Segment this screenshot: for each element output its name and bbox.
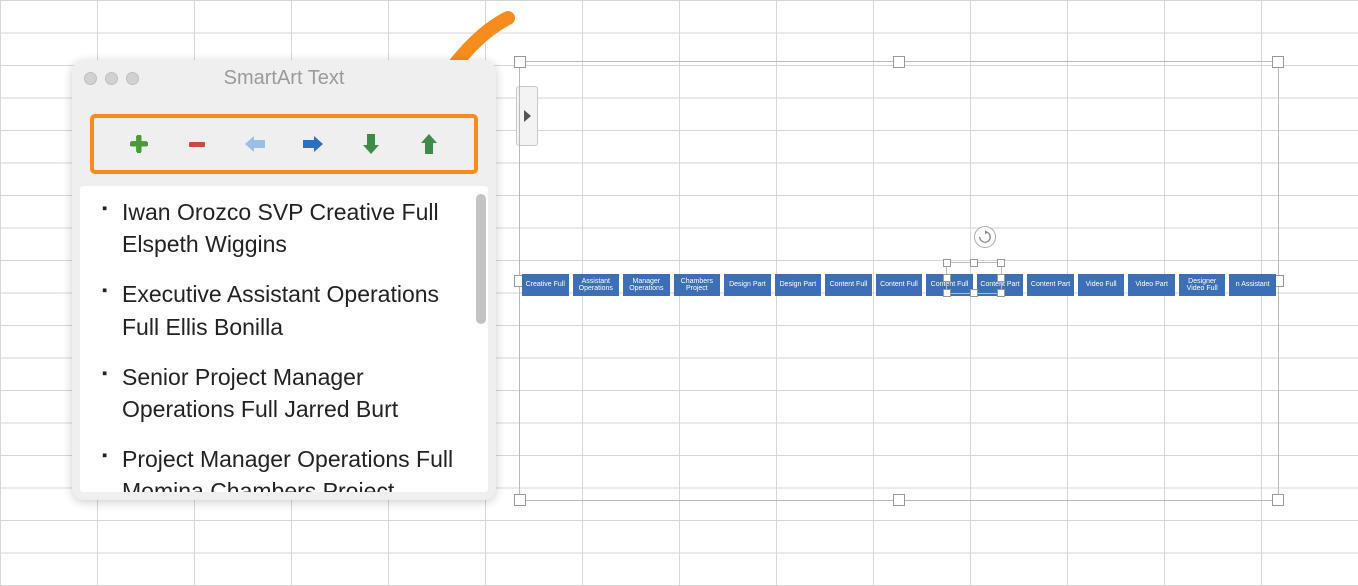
node-handle[interactable]: [970, 259, 978, 267]
resize-handle-tl[interactable]: [514, 56, 526, 68]
smartart-node[interactable]: Design Part: [724, 274, 771, 296]
smartart-node[interactable]: Video Full: [1078, 274, 1125, 296]
resize-handle-bm[interactable]: [893, 494, 905, 506]
smartart-nodes-row: Creative Full Assistant Operations Manag…: [520, 274, 1278, 296]
panel-titlebar[interactable]: SmartArt Text: [72, 60, 496, 96]
resize-handle-br[interactable]: [1272, 494, 1284, 506]
smartart-node[interactable]: Chambers Project: [674, 274, 721, 296]
promote-button[interactable]: [241, 130, 269, 158]
smartart-node[interactable]: Content Part: [1027, 274, 1074, 296]
smartart-node[interactable]: Assistant Operations: [573, 274, 620, 296]
list-item[interactable]: Iwan Orozco SVP Creative Full Elspeth Wi…: [100, 196, 468, 260]
resize-handle-tr[interactable]: [1272, 56, 1284, 68]
node-handle[interactable]: [943, 259, 951, 267]
rotate-handle[interactable]: [974, 226, 996, 248]
demote-button[interactable]: [299, 130, 327, 158]
smartart-node[interactable]: Content Full: [876, 274, 923, 296]
smartart-node[interactable]: Design Part: [775, 274, 822, 296]
rotate-icon: [978, 230, 992, 244]
list-item[interactable]: Executive Assistant Operations Full Elli…: [100, 278, 468, 342]
smartart-node[interactable]: Content Full: [825, 274, 872, 296]
text-list[interactable]: Iwan Orozco SVP Creative Full Elspeth Wi…: [80, 186, 488, 492]
scrollbar-thumb[interactable]: [476, 194, 486, 324]
node-handle[interactable]: [997, 289, 1005, 297]
list-item[interactable]: Project Manager Operations Full Momina C…: [100, 443, 468, 492]
node-handle[interactable]: [943, 274, 951, 282]
smartart-text-panel[interactable]: SmartArt Text: [72, 60, 496, 500]
smartart-node[interactable]: Creative Full: [522, 274, 569, 296]
move-up-button[interactable]: [415, 130, 443, 158]
node-handle[interactable]: [970, 289, 978, 297]
list-item[interactable]: Senior Project Manager Operations Full J…: [100, 361, 468, 425]
smartart-node[interactable]: Designer Video Full: [1179, 274, 1226, 296]
smartart-node[interactable]: n Assistant: [1229, 274, 1276, 296]
node-handle[interactable]: [943, 289, 951, 297]
move-down-button[interactable]: [357, 130, 385, 158]
node-handle[interactable]: [997, 274, 1005, 282]
smartart-toolbar: [90, 114, 478, 174]
selected-node-outline[interactable]: [946, 262, 1002, 294]
zoom-dot[interactable]: [126, 72, 139, 85]
remove-button[interactable]: [183, 130, 211, 158]
node-handle[interactable]: [997, 259, 1005, 267]
smartart-node[interactable]: Video Part: [1128, 274, 1175, 296]
add-button[interactable]: [125, 130, 153, 158]
smartart-node[interactable]: Manager Operations: [623, 274, 670, 296]
close-dot[interactable]: [84, 72, 97, 85]
window-controls: [84, 72, 139, 85]
smartart-canvas[interactable]: Creative Full Assistant Operations Manag…: [519, 61, 1279, 501]
minimize-dot[interactable]: [105, 72, 118, 85]
resize-handle-bl[interactable]: [514, 494, 526, 506]
resize-handle-tm[interactable]: [893, 56, 905, 68]
